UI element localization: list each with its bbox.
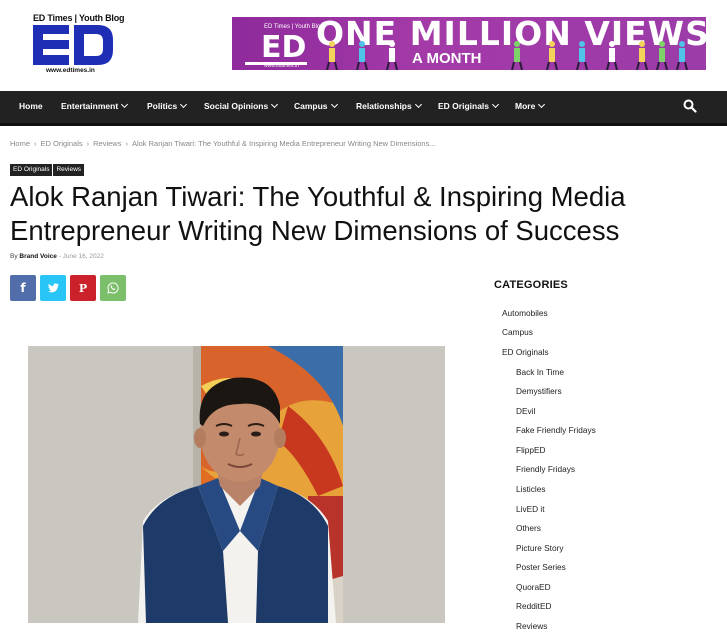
category-poster-series[interactable]: Poster Series [516,562,566,572]
category-quoraed[interactable]: QuoraED [516,582,551,592]
breadcrumb-reviews[interactable]: Reviews [93,139,121,148]
category-flipped[interactable]: FlippED [516,445,546,455]
chevron-down-icon [538,100,546,109]
logo-url: www.edtimes.in [46,67,95,74]
facebook-share-button[interactable]: f [10,275,36,301]
breadcrumb-separator: › [125,139,128,148]
breadcrumb: Home › ED Originals › Reviews › Alok Ranjan Ti… [10,139,436,148]
category-picture-story[interactable]: Picture Story [516,543,564,553]
breadcrumb-separator: › [34,139,37,148]
category-reddited[interactable]: RedditED [516,601,552,611]
nav-item-politics[interactable]: Politics [147,91,188,123]
byline-separator: - [58,253,61,260]
logo-ed-mark [33,25,113,65]
category-reviews[interactable]: Reviews [516,621,547,631]
tag-ed-originals[interactable]: ED Originals [10,164,53,176]
banner-subtitle: A MONTH [412,50,482,67]
article-title: Alok Ranjan Tiwari: The Youthful & Inspi… [10,181,626,246]
category-campus[interactable]: Campus [502,327,533,337]
nav-item-label: Entertainment [61,101,119,111]
category-devil[interactable]: DEvil [516,406,535,416]
ad-banner[interactable]: ED Times | Youth Blog ED www.edtimes.in … [232,17,706,70]
category-tags: ED Originals Reviews [10,158,85,176]
banner-url: www.edtimes.in [264,63,299,69]
nav-item-label: Home [19,101,43,111]
pinterest-icon: P [78,281,88,295]
nav-item-label: Social Opinions [204,101,269,111]
banner-logo: ED Times | Youth Blog ED www.edtimes.in [245,21,324,69]
nav-item-campus[interactable]: Campus [294,91,338,123]
publish-date: June 16, 2022 [62,253,104,260]
chevron-down-icon [271,100,279,109]
chevron-down-icon [414,100,422,109]
nav-item-home[interactable]: Home [19,91,43,123]
twitter-share-button[interactable] [40,275,66,301]
byline-by: By [10,253,18,260]
article-byline: By Brand Voice - June 16, 2022 [10,253,104,260]
category-others[interactable]: Others [516,523,541,533]
nav-item-label: ED Originals [438,101,490,111]
pinterest-share-button[interactable]: P [70,275,96,301]
search-icon[interactable] [683,99,697,113]
nav-item-entertainment[interactable]: Entertainment [61,91,129,123]
breadcrumb-ed-originals[interactable]: ED Originals [41,139,83,148]
category-back-in-time[interactable]: Back In Time [516,367,564,377]
category-listicles[interactable]: Listicles [516,484,546,494]
author-link[interactable]: Brand Voice [19,253,56,260]
category-automobiles[interactable]: Automobiles [502,308,548,318]
chevron-down-icon [121,100,129,109]
tag-reviews[interactable]: Reviews [53,164,85,176]
categories-heading: CATEGORIES [494,279,568,291]
nav-item-ed-originals[interactable]: ED Originals [438,91,500,123]
main-navigation: Home Entertainment Politics Social Opini… [0,91,727,123]
breadcrumb-current: Alok Ranjan Tiwari: The Youthful & Inspi… [131,139,436,148]
nav-item-label: Politics [147,101,178,111]
whatsapp-share-button[interactable] [100,275,126,301]
logo-tagline: ED Times | Youth Blog [33,13,125,23]
category-friendly-fridays[interactable]: Friendly Fridays [516,464,575,474]
nav-item-label: More [515,101,536,111]
article-featured-image [28,346,445,623]
twitter-icon [47,283,59,293]
chevron-down-icon [180,100,188,109]
site-header: ED Times | Youth Blog www.edtimes.in ED … [0,0,727,91]
whatsapp-icon [107,282,119,294]
nav-item-relationships[interactable]: Relationships [356,91,422,123]
breadcrumb-separator: › [86,139,90,148]
category-demystifiers[interactable]: Demystifiers [516,386,562,396]
category-fake-friendly-fridays[interactable]: Fake Friendly Fridays [516,425,596,435]
site-logo[interactable]: ED Times | Youth Blog www.edtimes.in [29,13,125,75]
banner-ed-letters: ED [261,30,307,65]
banner-people-illustration [326,41,688,70]
portrait-illustration [28,346,445,623]
category-ed-originals[interactable]: ED Originals [502,347,549,357]
breadcrumb-home[interactable]: Home [10,139,30,148]
chevron-down-icon [491,100,500,109]
facebook-icon: f [20,281,26,295]
nav-divider [0,123,727,126]
chevron-down-icon [330,100,338,109]
nav-item-social-opinions[interactable]: Social Opinions [204,91,279,123]
nav-item-label: Relationships [356,101,412,111]
nav-item-more[interactable]: More [515,91,546,123]
nav-item-label: Campus [294,101,328,111]
category-lived-it[interactable]: LivED it [516,504,545,514]
